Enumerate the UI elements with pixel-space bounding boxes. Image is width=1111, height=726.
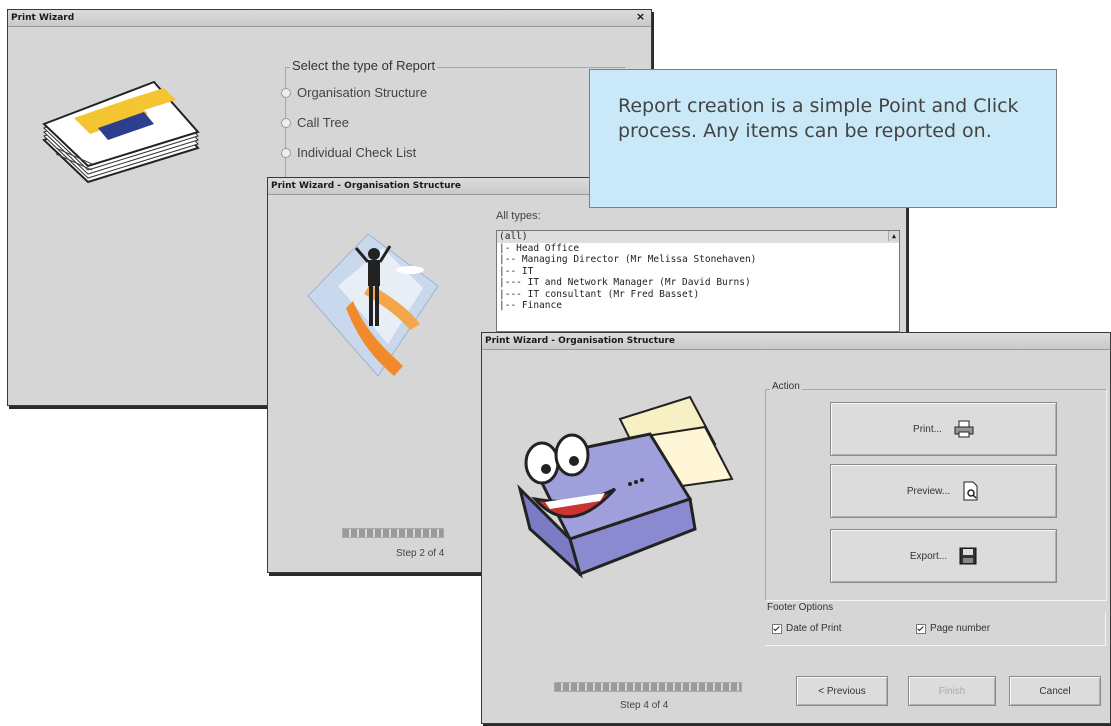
callout-text: Report creation is a simple Point and Cl…	[618, 95, 1019, 142]
export-button[interactable]: Export...	[830, 529, 1057, 583]
preview-page-icon	[963, 481, 978, 501]
close-icon[interactable]: ×	[634, 11, 647, 23]
date-of-print-checkbox-row[interactable]: Date of Print	[772, 623, 842, 634]
list-item[interactable]: |-- Finance	[497, 300, 899, 312]
floppy-disk-icon	[959, 547, 977, 565]
report-type-label: Select the type of Report	[290, 58, 438, 73]
step-indicator: Step 4 of 4	[620, 700, 669, 711]
printer-cartoon-illustration	[517, 395, 734, 579]
footer-options-label: Footer Options	[767, 602, 834, 613]
printer-icon	[954, 420, 974, 438]
preview-button[interactable]: Preview...	[830, 464, 1057, 518]
checkbox-label: Date of Print	[786, 623, 842, 634]
finish-button-label: Finish	[938, 685, 966, 697]
radio-label: Individual Check List	[297, 145, 417, 160]
info-callout: Report creation is a simple Point and Cl…	[589, 69, 1057, 208]
list-item[interactable]: (all)	[497, 231, 899, 243]
radio-button[interactable]	[281, 147, 291, 158]
radio-individual-check-list[interactable]: Individual Check List	[281, 145, 416, 160]
businessman-illustration	[307, 233, 439, 377]
progress-bar	[554, 682, 742, 692]
export-button-label: Export...	[909, 550, 948, 562]
scroll-up-arrow-icon[interactable]: ▲	[888, 231, 899, 241]
radio-button[interactable]	[281, 117, 291, 128]
page-number-checkbox-row[interactable]: Page number	[916, 623, 990, 634]
radio-call-tree[interactable]: Call Tree	[281, 115, 349, 130]
radio-label: Call Tree	[297, 115, 350, 130]
radio-organisation-structure[interactable]: Organisation Structure	[281, 85, 427, 100]
date-of-print-checkbox[interactable]	[772, 623, 782, 634]
print-button[interactable]: Print...	[830, 402, 1057, 456]
radio-button[interactable]	[281, 87, 291, 98]
export-action-window: Print Wizard - Organisation Structure Ac…	[481, 332, 1111, 724]
cancel-button-label: Cancel	[1039, 685, 1071, 697]
finish-button[interactable]: Finish	[908, 676, 996, 706]
window-titlebar[interactable]: Print Wizard - Organisation Structure	[482, 333, 1110, 350]
print-button-label: Print...	[913, 423, 942, 435]
list-item[interactable]: |- Head Office	[497, 243, 899, 255]
progress-bar	[342, 528, 444, 538]
window-titlebar[interactable]: Print Wizard ×	[8, 10, 651, 27]
list-item[interactable]: |--- IT and Network Manager (Mr David Bu…	[497, 277, 899, 289]
checkbox-label: Page number	[930, 623, 991, 634]
window-title: Print Wizard - Organisation Structure	[485, 336, 676, 346]
page-number-checkbox[interactable]	[916, 623, 926, 634]
list-item[interactable]: |-- Managing Director (Mr Melissa Stoneh…	[497, 254, 899, 266]
action-label: Action	[770, 381, 802, 392]
radio-label: Organisation Structure	[297, 85, 428, 100]
preview-button-label: Preview...	[906, 485, 951, 497]
step-indicator: Step 2 of 4	[396, 548, 445, 559]
list-item[interactable]: |-- IT	[497, 266, 899, 278]
all-types-label: All types:	[496, 210, 541, 222]
window-title: Print Wizard	[11, 13, 75, 23]
previous-button[interactable]: < Previous	[796, 676, 888, 706]
report-stack-icon	[42, 80, 200, 184]
org-structure-listbox[interactable]: (all) |- Head Office |-- Managing Direct…	[496, 230, 900, 332]
cancel-button[interactable]: Cancel	[1009, 676, 1101, 706]
window-title: Print Wizard - Organisation Structure	[271, 181, 462, 191]
list-item[interactable]: |--- IT consultant (Mr Fred Basset)	[497, 289, 899, 301]
previous-button-label: < Previous	[818, 685, 866, 697]
